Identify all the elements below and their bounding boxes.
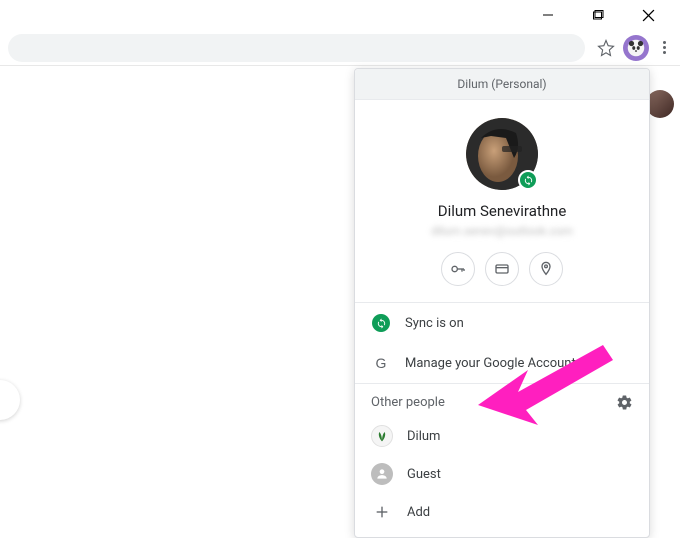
profile-email: dilum.senev@outlook.com — [371, 224, 633, 238]
dot-icon — [663, 46, 666, 49]
other-people-header: Other people — [371, 395, 445, 410]
browser-menu-button[interactable] — [657, 37, 672, 58]
key-icon — [450, 261, 466, 277]
addresses-button[interactable] — [529, 252, 563, 286]
gear-icon — [616, 394, 633, 411]
dot-icon — [663, 51, 666, 54]
plus-icon — [374, 504, 390, 520]
minimize-button[interactable] — [534, 1, 562, 29]
sync-icon — [376, 318, 387, 329]
close-button[interactable] — [634, 1, 662, 29]
minimize-icon — [542, 9, 554, 21]
maximize-button[interactable] — [584, 1, 612, 29]
plant-avatar-icon — [374, 428, 390, 444]
person-name: Dilum — [407, 429, 440, 444]
manage-account-label: Manage your Google Account — [405, 356, 576, 371]
close-icon — [642, 9, 655, 22]
profile-summary: Dilum Senevirathne dilum.senev@outlook.c… — [355, 100, 649, 303]
profile-settings-button[interactable] — [616, 394, 633, 411]
dot-icon — [663, 41, 666, 44]
panda-avatar-icon — [627, 39, 645, 57]
browser-toolbar — [0, 30, 680, 66]
sync-on-badge — [372, 314, 390, 332]
add-person-row[interactable]: Add — [355, 493, 649, 537]
other-person-row[interactable]: Dilum — [355, 417, 649, 455]
side-floating-button[interactable] — [0, 380, 20, 420]
location-icon — [538, 261, 554, 277]
sync-row[interactable]: Sync is on — [355, 303, 649, 343]
payments-button[interactable] — [485, 252, 519, 286]
manage-account-row[interactable]: G Manage your Google Account — [355, 343, 649, 383]
omnibox[interactable] — [8, 34, 585, 62]
profile-display-name: Dilum Senevirathne — [371, 202, 633, 220]
profile-menu-header: Dilum (Personal) — [355, 69, 649, 100]
sync-icon — [523, 175, 534, 186]
guest-label: Guest — [407, 467, 441, 482]
page-avatar — [646, 90, 674, 118]
add-label: Add — [407, 505, 430, 520]
google-g-icon: G — [376, 355, 387, 371]
guest-row[interactable]: Guest — [355, 455, 649, 493]
sync-label: Sync is on — [405, 316, 464, 331]
passwords-button[interactable] — [441, 252, 475, 286]
star-icon — [597, 39, 615, 57]
card-icon — [494, 261, 510, 277]
profile-menu-panel: Dilum (Personal) — [354, 68, 650, 538]
bookmark-button[interactable] — [597, 39, 615, 57]
profile-avatar-button[interactable] — [623, 35, 649, 61]
maximize-icon — [592, 9, 604, 21]
person-icon — [375, 467, 389, 481]
sync-badge — [518, 170, 538, 190]
